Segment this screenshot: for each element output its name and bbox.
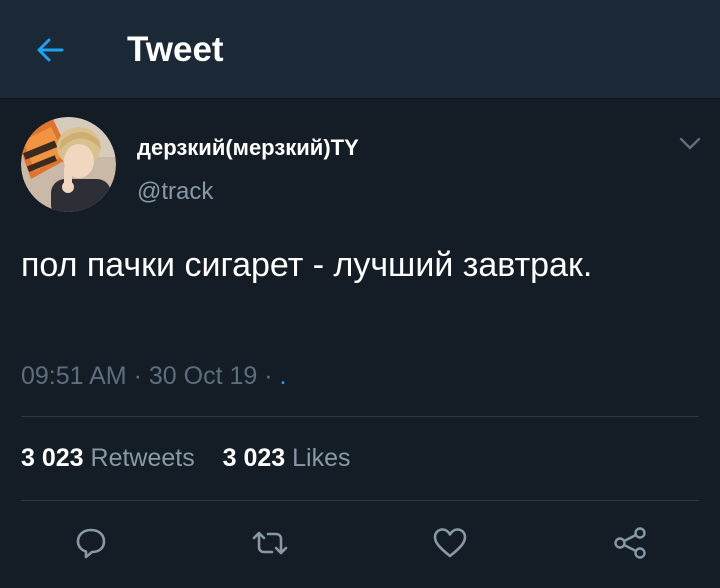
divider [21, 416, 699, 417]
tweet-text: пол пачки сигарет - лучший завтрак. [21, 246, 593, 284]
retweet-button[interactable] [248, 521, 292, 565]
page-title: Tweet [127, 30, 224, 69]
divider [21, 500, 699, 501]
back-button[interactable] [28, 30, 72, 70]
separator-dot: · [133, 362, 149, 390]
avatar[interactable] [21, 117, 116, 212]
tweet-meta: 09:51 AM · 30 Oct 19 · . [21, 361, 286, 391]
likes-count: 3 023 [222, 444, 286, 472]
arrow-left-icon [37, 38, 64, 62]
likes-stat[interactable]: 3 023 Likes [223, 444, 351, 472]
reply-button[interactable] [69, 521, 113, 565]
retweet-icon [252, 531, 288, 555]
author-handle[interactable]: @track [137, 177, 213, 207]
avatar-photo [21, 117, 116, 212]
tweet-menu-button[interactable] [676, 132, 704, 156]
separator-dot: · [264, 362, 280, 390]
tweet-time: 09:51 AM [21, 362, 127, 390]
retweets-label: Retweets [90, 444, 195, 472]
heart-icon [433, 528, 467, 558]
likes-label: Likes [292, 444, 351, 472]
action-bar [0, 515, 720, 571]
tweet-stats: 3 023 Retweets 3 023 Likes [21, 442, 351, 474]
retweets-stat[interactable]: 3 023 Retweets [21, 444, 202, 472]
speech-bubble-icon [76, 528, 106, 559]
share-icon [614, 527, 646, 559]
like-button[interactable] [428, 521, 472, 565]
share-button[interactable] [608, 521, 652, 565]
retweets-count: 3 023 [21, 444, 84, 472]
tweet-date: 30 Oct 19 [148, 362, 258, 390]
chevron-down-icon [679, 137, 701, 150]
tweet-source-link[interactable]: . [280, 362, 287, 390]
top-app-bar: Tweet [0, 0, 720, 99]
author-display-name[interactable]: дерзкий(мерзкий)TY [137, 135, 359, 161]
